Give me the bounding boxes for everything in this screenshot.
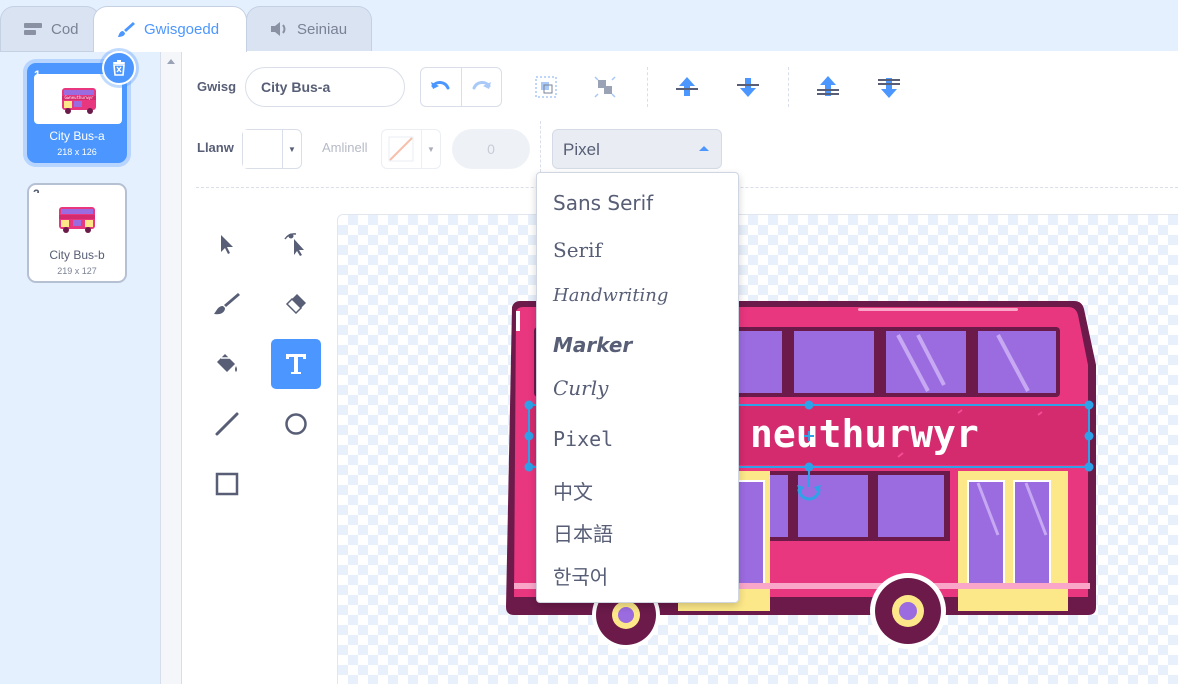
costume-thumbnail — [33, 193, 121, 243]
brush-tool[interactable] — [202, 279, 252, 329]
eraser-icon — [285, 294, 306, 315]
scroll-up-icon[interactable] — [167, 59, 175, 64]
fill-color-picker[interactable]: ▼ — [242, 129, 302, 169]
undo-redo-group — [420, 67, 502, 107]
outline-swatch — [382, 130, 422, 168]
backward-button[interactable] — [734, 73, 762, 101]
forward-button[interactable] — [673, 73, 701, 101]
outline-color-picker[interactable]: ▼ — [381, 129, 441, 169]
font-option-korean[interactable]: 한국어 — [553, 561, 608, 590]
rectangle-icon — [215, 472, 239, 496]
costume-size: 218 x 126 — [57, 147, 97, 157]
editor-tabs: Cod Gwisgoedd Seiniau — [0, 0, 1178, 52]
font-option-curly[interactable]: Curly — [553, 376, 608, 400]
font-option-handwriting[interactable]: Handwriting — [553, 285, 668, 306]
group-icon — [535, 76, 557, 98]
font-dropdown-menu: Sans Serif Serif Handwriting Marker Curl… — [536, 172, 739, 603]
speaker-icon — [271, 22, 286, 36]
group-button[interactable] — [532, 73, 560, 101]
font-option-japanese[interactable]: 日本語 — [553, 518, 613, 547]
code-icon — [24, 23, 42, 35]
font-option-chinese[interactable]: 中文 — [553, 476, 593, 505]
font-select-value: Pixel — [563, 140, 600, 159]
circle-tool[interactable] — [271, 399, 321, 449]
arrow-pointer-icon — [221, 235, 233, 254]
undo-icon — [430, 81, 450, 90]
circle-icon — [285, 413, 307, 435]
reshape-pointer-icon — [284, 233, 304, 256]
forward-icon — [676, 77, 698, 96]
brush-icon — [118, 21, 135, 37]
line-tool[interactable] — [202, 399, 252, 449]
font-option-serif[interactable]: Serif — [553, 238, 602, 262]
front-button[interactable] — [814, 73, 842, 101]
delete-costume-button[interactable] — [102, 51, 136, 85]
ungroup-button[interactable] — [591, 73, 619, 101]
thumb-text: Gwneuthurwyr — [65, 95, 94, 100]
outline-label: Amlinell — [322, 140, 368, 155]
fill-dropdown-icon: ▼ — [288, 144, 296, 154]
ungroup-icon — [594, 76, 616, 98]
font-option-sans-serif[interactable]: Sans Serif — [553, 191, 653, 215]
backward-icon — [737, 78, 759, 97]
paint-canvas[interactable]: neuthurwyr — [337, 214, 1178, 684]
bus-text: neuthurwyr — [750, 412, 979, 456]
costume-list: 1 Gwneuthurwyr City Bus-a 218 x 126 2 — [0, 51, 160, 684]
redo-button[interactable] — [462, 68, 502, 106]
select-tool[interactable] — [202, 219, 252, 269]
costume-name-input[interactable]: City Bus-a — [245, 67, 405, 107]
trash-icon — [113, 60, 125, 76]
fill-swatch — [243, 130, 283, 168]
back-icon — [878, 78, 900, 98]
reshape-tool[interactable] — [271, 219, 321, 269]
tab-code[interactable]: Cod — [0, 6, 100, 51]
fill-tool[interactable] — [202, 339, 252, 389]
no-outline-icon — [388, 136, 414, 162]
costume-name: City Bus-a — [49, 129, 105, 143]
tab-costumes-label: Gwisgoedd — [144, 21, 220, 38]
text-t-icon — [286, 354, 306, 374]
tab-sounds[interactable]: Seiniau — [246, 6, 372, 51]
font-option-pixel[interactable]: Pixel — [553, 427, 613, 451]
outline-width-input[interactable]: 0 — [452, 129, 530, 169]
tab-costumes[interactable]: Gwisgoedd — [93, 6, 247, 52]
costume-name: City Bus-b — [49, 248, 105, 262]
text-tool[interactable] — [271, 339, 321, 389]
rectangle-tool[interactable] — [202, 459, 252, 509]
costume-size: 219 x 127 — [57, 266, 97, 276]
costume-list-scrollbar[interactable] — [160, 51, 182, 684]
costume-item-2[interactable]: 2 City Bus-b 219 x 127 — [27, 183, 127, 283]
line-icon — [215, 412, 239, 436]
paint-bucket-icon — [217, 354, 237, 372]
font-option-marker[interactable]: Marker — [553, 333, 632, 357]
city-bus-drawing: neuthurwyr — [506, 301, 1096, 649]
eraser-tool[interactable] — [271, 279, 321, 329]
outline-dropdown-icon: ▼ — [427, 144, 435, 154]
costume-name-label: Gwisg — [197, 79, 237, 94]
tab-sounds-label: Seiniau — [297, 20, 348, 38]
fill-label: Llanw — [197, 140, 234, 155]
front-icon — [817, 76, 839, 96]
tab-code-label: Cod — [51, 20, 79, 38]
brush-icon — [214, 293, 240, 315]
redo-icon — [472, 81, 492, 90]
caret-up-icon — [699, 146, 709, 151]
undo-button[interactable] — [421, 68, 462, 106]
back-button[interactable] — [875, 73, 903, 101]
font-select[interactable]: Pixel — [552, 129, 722, 169]
